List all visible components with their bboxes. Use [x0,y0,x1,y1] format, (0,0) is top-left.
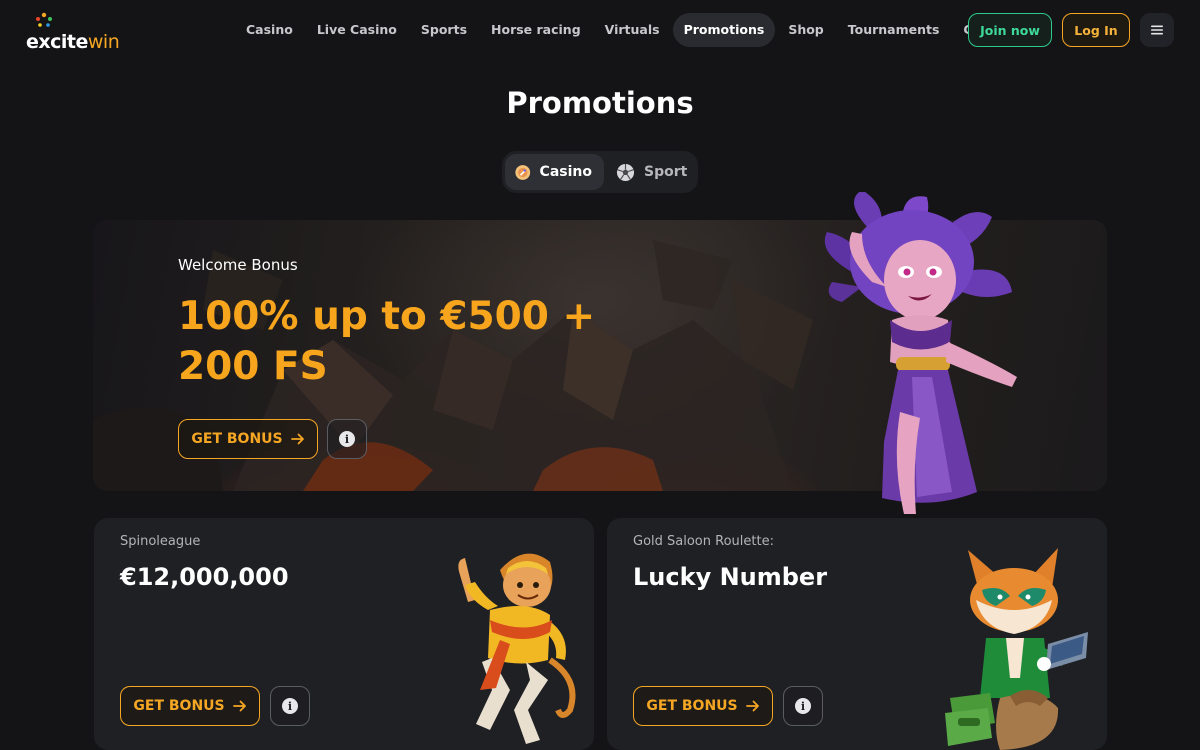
arrow-right-icon [745,700,759,712]
toggle-sport-label: Sport [644,164,688,180]
card-title: Lucky Number [633,563,828,591]
nav-virtuals[interactable]: Virtuals [594,13,671,47]
card2-get-bonus-label: GET BONUS [646,698,738,714]
fox-character-illustration [945,548,1088,750]
medusa-character-illustration [824,192,1017,514]
excitewin-logo[interactable]: excitewin [26,12,136,52]
card2-info-button[interactable]: i [783,686,823,726]
card1-get-bonus-label: GET BONUS [133,698,225,714]
card-title: €12,000,000 [120,563,289,591]
casino-sport-toggle: Casino Sport [502,151,698,193]
arrow-right-icon [290,433,304,445]
card2-get-bonus-button[interactable]: GET BONUS [633,686,773,726]
log-in-button[interactable]: Log In [1062,13,1130,47]
logo-dots-icon [36,12,52,27]
monkey-king-character-illustration [458,553,576,744]
hero-get-bonus-label: GET BONUS [191,431,283,447]
info-icon: i [282,698,298,714]
hero-subtitle: Welcome Bonus [178,256,298,274]
card-label: Gold Saloon Roulette: [633,534,774,549]
nav-shop[interactable]: Shop [777,13,834,47]
nav-tournaments[interactable]: Tournaments [837,13,951,47]
page-title: Promotions [506,86,694,120]
logo-text: excitewin [26,31,120,53]
toggle-casino-label: Casino [539,164,592,180]
hero-title: 100% up to €500 + 200 FS [178,294,596,389]
main-nav: Casino Live Casino Sports Horse racing V… [235,13,1052,47]
nav-sports[interactable]: Sports [410,13,478,47]
hamburger-icon [1151,25,1163,35]
arrow-right-icon [232,700,246,712]
menu-button[interactable] [1140,13,1174,47]
nav-casino[interactable]: Casino [235,13,304,47]
hero-get-bonus-button[interactable]: GET BONUS [178,419,318,459]
top-header: excitewin Casino Live Casino Sports Hors… [0,0,1200,60]
nav-promotions[interactable]: Promotions [672,13,776,47]
info-icon: i [795,698,811,714]
hero-info-button[interactable]: i [327,419,367,459]
info-icon: i [339,431,355,447]
soccer-ball-icon [616,163,635,181]
nav-horse-racing[interactable]: Horse racing [480,13,592,47]
toggle-casino[interactable]: Casino [505,154,604,190]
casino-chip-icon [515,164,531,180]
nav-live-casino[interactable]: Live Casino [306,13,408,47]
card1-get-bonus-button[interactable]: GET BONUS [120,686,260,726]
card-label: Spinoleague [120,534,201,549]
card1-info-button[interactable]: i [270,686,310,726]
join-now-button[interactable]: Join now [968,13,1052,47]
toggle-sport[interactable]: Sport [606,154,699,190]
